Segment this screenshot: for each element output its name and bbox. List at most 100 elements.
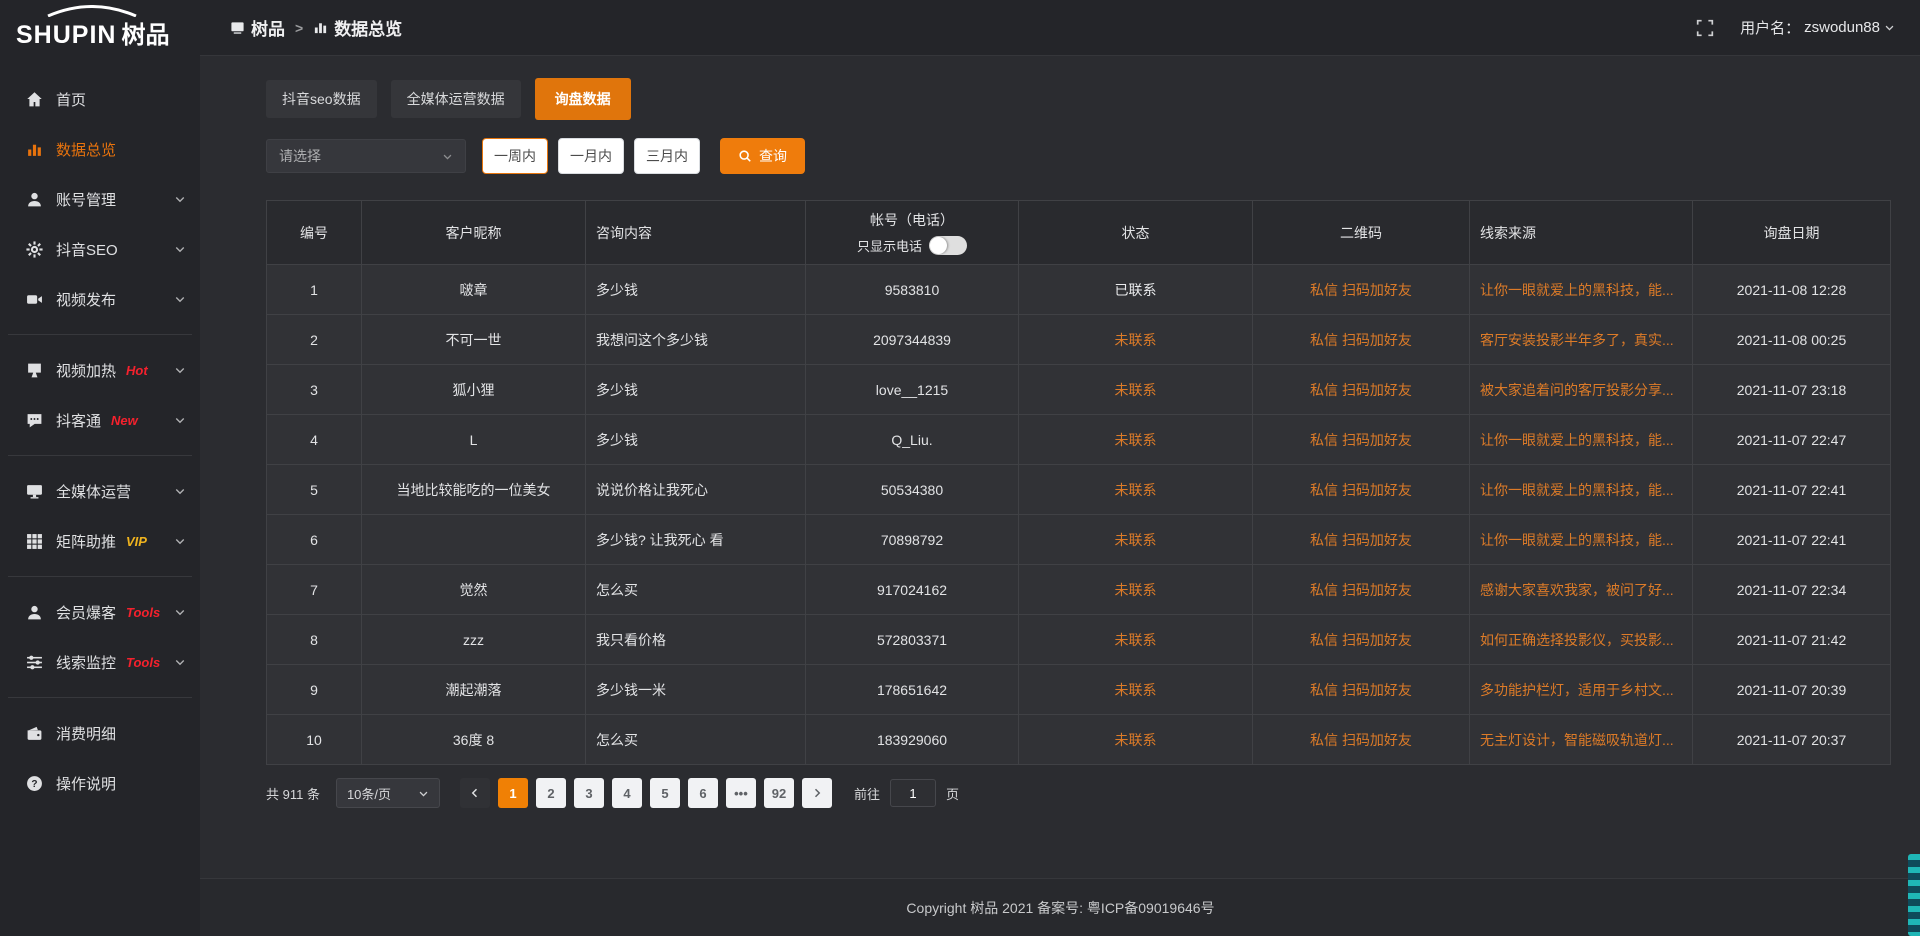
cell-content: 多少钱 xyxy=(586,365,806,415)
qr-scan-add-friend-link[interactable]: 扫码加好友 xyxy=(1342,732,1412,748)
qr-scan-add-friend-link[interactable]: 扫码加好友 xyxy=(1342,282,1412,298)
tab-douyin-seo-data[interactable]: 抖音seo数据 xyxy=(266,80,377,118)
fullscreen-icon[interactable] xyxy=(1696,19,1714,37)
page-button-1[interactable]: 1 xyxy=(498,778,528,808)
qr-scan-add-friend-link[interactable]: 扫码加好友 xyxy=(1342,632,1412,648)
sidebar-item-member-baoke[interactable]: 会员爆客Tools xyxy=(0,587,200,637)
cell-no: 3 xyxy=(267,365,362,415)
sidebar-badge-vip: VIP xyxy=(126,534,147,549)
phone-only-toggle[interactable] xyxy=(929,236,967,255)
sidebar-item-operation-guide[interactable]: ?操作说明 xyxy=(0,758,200,808)
sidebar-item-home[interactable]: 首页 xyxy=(0,74,200,124)
sidebar-item-matrix-boost[interactable]: 矩阵助推VIP xyxy=(0,516,200,566)
qr-private-message-link[interactable]: 私信 xyxy=(1310,382,1338,398)
status-link[interactable]: 未联系 xyxy=(1115,582,1157,598)
period-button[interactable]: 一周内 xyxy=(482,138,548,174)
qr-private-message-link[interactable]: 私信 xyxy=(1310,532,1338,548)
page-button-92[interactable]: 92 xyxy=(764,778,794,808)
sidebar-item-data-overview[interactable]: 数据总览 xyxy=(0,124,200,174)
status-link[interactable]: 未联系 xyxy=(1115,482,1157,498)
svg-text:?: ? xyxy=(31,779,37,790)
sidebar-item-consumption-detail[interactable]: 消费明细 xyxy=(0,708,200,758)
sidebar: SHUPIN 树品 首页数据总览账号管理抖音SEO视频发布视频加热Hot抖客通N… xyxy=(0,0,200,936)
qr-scan-add-friend-link[interactable]: 扫码加好友 xyxy=(1342,482,1412,498)
qr-scan-add-friend-link[interactable]: 扫码加好友 xyxy=(1342,432,1412,448)
status-link[interactable]: 已联系 xyxy=(1115,282,1157,298)
source-link[interactable]: 被大家追着问的客厅投影分享... xyxy=(1480,382,1674,398)
status-link[interactable]: 未联系 xyxy=(1115,432,1157,448)
source-link[interactable]: 无主灯设计，智能磁吸轨道灯... xyxy=(1480,732,1674,748)
sidebar-item-label: 数据总览 xyxy=(56,139,116,160)
user-menu[interactable]: 用户名： zswodun88 xyxy=(1740,17,1895,38)
cell-no: 1 xyxy=(267,265,362,315)
period-button[interactable]: 三月内 xyxy=(634,138,700,174)
qr-scan-add-friend-link[interactable]: 扫码加好友 xyxy=(1342,332,1412,348)
source-link[interactable]: 让你一眼就爱上的黑科技，能... xyxy=(1480,532,1674,548)
sidebar-item-account-management[interactable]: 账号管理 xyxy=(0,174,200,224)
source-link[interactable]: 让你一眼就爱上的黑科技，能... xyxy=(1480,432,1674,448)
qr-private-message-link[interactable]: 私信 xyxy=(1310,482,1338,498)
sidebar-item-douyin-seo[interactable]: 抖音SEO xyxy=(0,224,200,274)
qr-scan-add-friend-link[interactable]: 扫码加好友 xyxy=(1342,532,1412,548)
status-link[interactable]: 未联系 xyxy=(1115,332,1157,348)
goto-label: 前往 xyxy=(854,784,880,803)
cell-account: 572803371 xyxy=(806,615,1019,665)
qr-scan-add-friend-link[interactable]: 扫码加好友 xyxy=(1342,382,1412,398)
sidebar-item-clue-monitor[interactable]: 线索监控Tools xyxy=(0,637,200,687)
breadcrumb-item[interactable]: 数据总览 xyxy=(313,15,402,40)
source-link[interactable]: 如何正确选择投影仪，买投影... xyxy=(1480,632,1674,648)
breadcrumb-item[interactable]: 树品 xyxy=(230,15,285,40)
status-link[interactable]: 未联系 xyxy=(1115,632,1157,648)
source-link[interactable]: 客厅安装投影半年多了，真实... xyxy=(1480,332,1674,348)
sidebar-item-douketong[interactable]: 抖客通New xyxy=(0,395,200,445)
qr-private-message-link[interactable]: 私信 xyxy=(1310,582,1338,598)
sidebar-item-video-heat[interactable]: 视频加热Hot xyxy=(0,345,200,395)
qr-private-message-link[interactable]: 私信 xyxy=(1310,332,1338,348)
app-logo[interactable]: SHUPIN 树品 xyxy=(0,0,200,56)
floating-widget[interactable] xyxy=(1908,854,1920,936)
status-link[interactable]: 未联系 xyxy=(1115,682,1157,698)
filter-select-placeholder: 请选择 xyxy=(279,146,321,166)
page-button-4[interactable]: 4 xyxy=(612,778,642,808)
cell-content: 多少钱 xyxy=(586,265,806,315)
status-link[interactable]: 未联系 xyxy=(1115,532,1157,548)
page-button-5[interactable]: 5 xyxy=(650,778,680,808)
query-button[interactable]: 查询 xyxy=(720,138,805,174)
goto-page-input[interactable] xyxy=(890,779,936,807)
next-page-button[interactable] xyxy=(802,778,832,808)
page-button-6[interactable]: 6 xyxy=(688,778,718,808)
status-link[interactable]: 未联系 xyxy=(1115,732,1157,748)
table-header-row: 编号客户昵称咨询内容帐号（电话）只显示电话状态二维码线索来源询盘日期 xyxy=(267,201,1891,265)
filter-select[interactable]: 请选择 xyxy=(266,139,466,173)
qr-private-message-link[interactable]: 私信 xyxy=(1310,682,1338,698)
source-link[interactable]: 让你一眼就爱上的黑科技，能... xyxy=(1480,282,1674,298)
cell-no: 8 xyxy=(267,615,362,665)
phone-toggle-label: 只显示电话 xyxy=(857,236,922,255)
tab-inquiry-data[interactable]: 询盘数据 xyxy=(535,78,631,120)
sidebar-item-video-publish[interactable]: 视频发布 xyxy=(0,274,200,324)
sidebar-item-media-operation[interactable]: 全媒体运营 xyxy=(0,466,200,516)
qr-private-message-link[interactable]: 私信 xyxy=(1310,732,1338,748)
breadcrumb-label: 树品 xyxy=(251,15,285,40)
query-button-label: 查询 xyxy=(759,146,787,166)
source-link[interactable]: 感谢大家喜欢我家，被问了好... xyxy=(1480,582,1674,598)
screen-icon xyxy=(230,20,245,35)
qr-private-message-link[interactable]: 私信 xyxy=(1310,432,1338,448)
qr-private-message-link[interactable]: 私信 xyxy=(1310,632,1338,648)
page-ellipsis-button[interactable]: ••• xyxy=(726,778,756,808)
prev-page-button[interactable] xyxy=(460,778,490,808)
page-button-3[interactable]: 3 xyxy=(574,778,604,808)
source-link[interactable]: 多功能护栏灯，适用于乡村文... xyxy=(1480,682,1674,698)
column-header-nickname: 客户昵称 xyxy=(446,225,502,241)
status-link[interactable]: 未联系 xyxy=(1115,382,1157,398)
tab-media-operation-data[interactable]: 全媒体运营数据 xyxy=(391,80,521,118)
logo-text-cn: 树品 xyxy=(121,15,169,50)
qr-private-message-link[interactable]: 私信 xyxy=(1310,282,1338,298)
source-link[interactable]: 让你一眼就爱上的黑科技，能... xyxy=(1480,482,1674,498)
page-button-2[interactable]: 2 xyxy=(536,778,566,808)
page-size-select[interactable]: 10条/页 xyxy=(336,778,440,808)
home-icon xyxy=(26,91,43,108)
period-button[interactable]: 一月内 xyxy=(558,138,624,174)
qr-scan-add-friend-link[interactable]: 扫码加好友 xyxy=(1342,682,1412,698)
qr-scan-add-friend-link[interactable]: 扫码加好友 xyxy=(1342,582,1412,598)
